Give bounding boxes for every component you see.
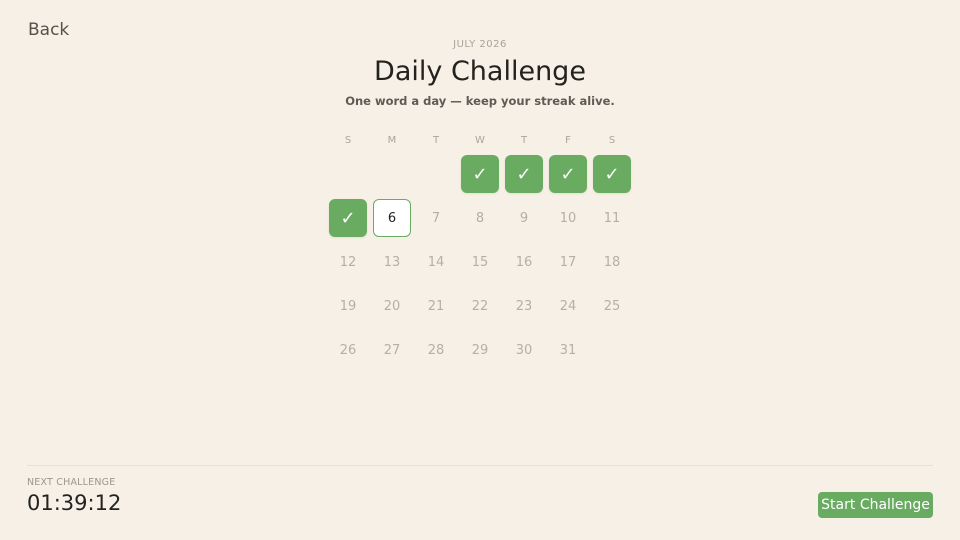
calendar-week-row: ✓ ✓ ✓ ✓: [326, 152, 634, 196]
countdown-timer: 01:39:12: [27, 491, 122, 515]
calendar-day-number: 16: [515, 254, 533, 270]
calendar-day-today: 6: [370, 196, 414, 240]
calendar-day-future: 22: [458, 284, 502, 328]
daily-challenge-screen: Back JULY 2026 Daily Challenge One word …: [0, 0, 960, 540]
calendar-day-number: 22: [471, 298, 489, 314]
calendar-day-future: 20: [370, 284, 414, 328]
page-subtitle: One word a day — keep your streak alive.: [345, 94, 615, 108]
calendar-day-completed: ✓: [590, 152, 634, 196]
month-label: JULY 2026: [453, 39, 507, 50]
back-button[interactable]: Back: [28, 20, 69, 40]
calendar-day-number: 12: [339, 254, 357, 270]
calendar-day-future: 29: [458, 328, 502, 372]
calendar-day-number[interactable]: 6: [373, 199, 411, 237]
calendar-day-future: 7: [414, 196, 458, 240]
checkmark-icon[interactable]: ✓: [461, 155, 499, 193]
calendar-day-number: 10: [559, 210, 577, 226]
calendar-day-future: 18: [590, 240, 634, 284]
calendar-day-number: 11: [603, 210, 621, 226]
calendar-day-number: 13: [383, 254, 401, 270]
calendar-week-row: 12 13 14 15 16 17 18: [326, 240, 634, 284]
calendar-week-row: 19 20 21 22 23 24 25: [326, 284, 634, 328]
calendar-day-number: 18: [603, 254, 621, 270]
calendar-day-future: 12: [326, 240, 370, 284]
calendar-day-future: 31: [546, 328, 590, 372]
weekday-header-row: S M T W T F S: [326, 130, 634, 152]
weekday-label: T: [520, 135, 528, 146]
calendar-day-future: 17: [546, 240, 590, 284]
calendar-day-number: 15: [471, 254, 489, 270]
calendar-day-number: 26: [339, 342, 357, 358]
calendar-day-completed: ✓: [326, 196, 370, 240]
next-challenge-label: NEXT CHALLENGE: [27, 477, 116, 488]
calendar-day-future: 9: [502, 196, 546, 240]
weekday-label: W: [475, 135, 485, 146]
calendar-day-number: 27: [383, 342, 401, 358]
calendar-day-number: 14: [427, 254, 445, 270]
calendar-day-future: 15: [458, 240, 502, 284]
calendar-day-future: 26: [326, 328, 370, 372]
calendar-week-row: ✓ 6 7 8 9 10 11: [326, 196, 634, 240]
checkmark-icon[interactable]: ✓: [505, 155, 543, 193]
calendar-weeks: ✓ ✓ ✓ ✓ ✓ 6 7 8 9 10 11 12 13 14 15 16 17 18 19 20 21 22 23 24 2…: [326, 152, 634, 372]
footer-divider: [27, 465, 933, 466]
calendar-day-completed: ✓: [546, 152, 590, 196]
calendar-day-number: 7: [431, 210, 441, 226]
calendar-day-future: 21: [414, 284, 458, 328]
calendar-empty-cell: [370, 152, 414, 196]
calendar-day-future: 27: [370, 328, 414, 372]
weekday-label: M: [387, 135, 397, 146]
calendar-week-row: 26 27 28 29 30 31: [326, 328, 634, 372]
page-title: Daily Challenge: [374, 56, 586, 87]
calendar-day-future: 19: [326, 284, 370, 328]
calendar-day-future: 8: [458, 196, 502, 240]
calendar-day-number: 19: [339, 298, 357, 314]
calendar-day-number: 21: [427, 298, 445, 314]
calendar-day-future: 23: [502, 284, 546, 328]
calendar-day-future: 14: [414, 240, 458, 284]
checkmark-icon[interactable]: ✓: [549, 155, 587, 193]
weekday-label: T: [432, 135, 440, 146]
checkmark-icon[interactable]: ✓: [329, 199, 367, 237]
weekday-label: F: [565, 135, 571, 146]
weekday-label: S: [608, 135, 616, 146]
calendar-day-future: 30: [502, 328, 546, 372]
calendar-day-completed: ✓: [458, 152, 502, 196]
calendar-day-future: 10: [546, 196, 590, 240]
calendar-day-number: 30: [515, 342, 533, 358]
weekday-label: S: [344, 135, 352, 146]
calendar-day-number: 29: [471, 342, 489, 358]
calendar-day-completed: ✓: [502, 152, 546, 196]
calendar-day-number: 20: [383, 298, 401, 314]
calendar-day-future: 28: [414, 328, 458, 372]
calendar-empty-cell: [414, 152, 458, 196]
calendar-day-number: 28: [427, 342, 445, 358]
calendar-day-future: 13: [370, 240, 414, 284]
checkmark-icon[interactable]: ✓: [593, 155, 631, 193]
calendar-day-number: 24: [559, 298, 577, 314]
calendar-day-number: 31: [559, 342, 577, 358]
calendar-day-future: 11: [590, 196, 634, 240]
start-challenge-button[interactable]: Start Challenge: [818, 492, 933, 518]
streak-calendar: S M T W T F S ✓ ✓ ✓ ✓ ✓ 6 7 8 9 10 11 12 13 14 15 16 17 1…: [326, 130, 634, 372]
calendar-day-number: 8: [475, 210, 485, 226]
calendar-day-future: 24: [546, 284, 590, 328]
calendar-day-future: 16: [502, 240, 546, 284]
calendar-day-number: 23: [515, 298, 533, 314]
calendar-day-future: 25: [590, 284, 634, 328]
calendar-empty-cell: [590, 328, 634, 372]
calendar-day-number: 25: [603, 298, 621, 314]
calendar-day-number: 17: [559, 254, 577, 270]
calendar-empty-cell: [326, 152, 370, 196]
calendar-day-number: 9: [519, 210, 529, 226]
